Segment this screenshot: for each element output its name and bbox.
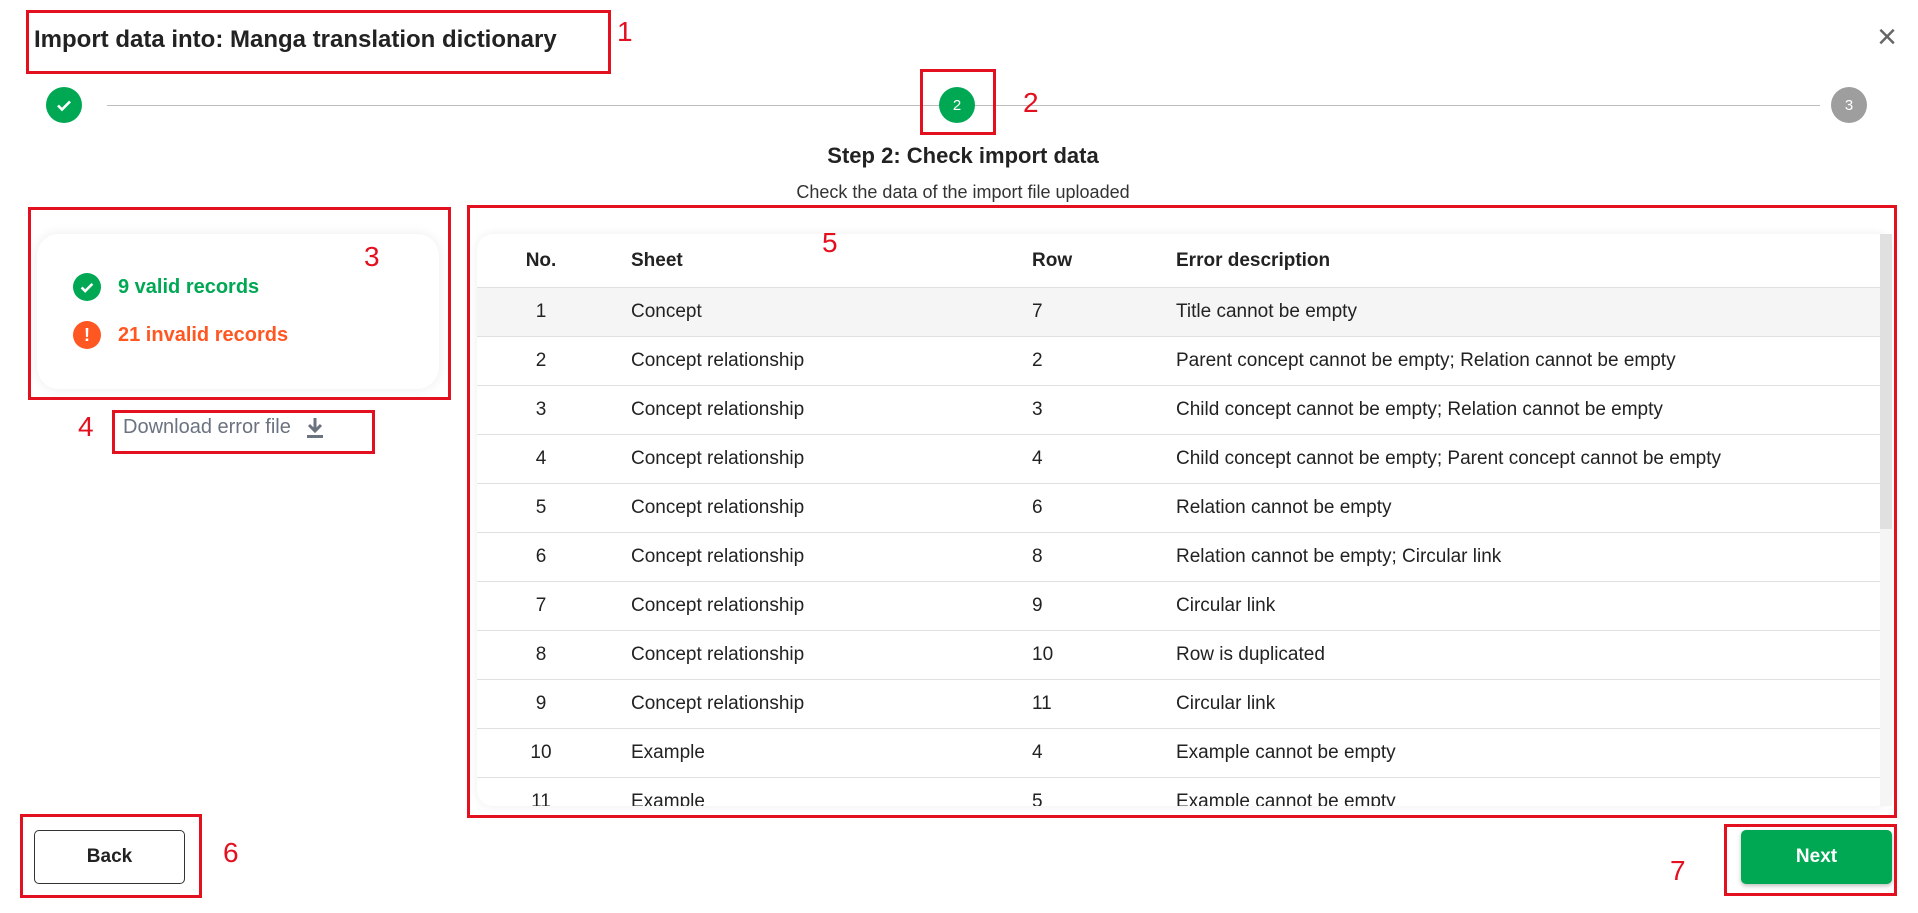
row-row: 6 xyxy=(1032,497,1043,518)
row-sheet: Example xyxy=(631,742,705,763)
download-icon xyxy=(306,417,323,438)
row-number: 9 xyxy=(535,693,547,714)
row-number: 2 xyxy=(535,350,547,371)
invalid-records-label: 21 invalid records xyxy=(118,323,289,346)
row-error-description: Title cannot be empty xyxy=(1176,301,1357,322)
row-row: 11 xyxy=(1032,693,1052,714)
column-header-no: No. xyxy=(525,249,557,271)
row-number: 5 xyxy=(535,497,547,518)
row-row: 2 xyxy=(1032,350,1043,371)
table-row[interactable]: 6 Concept relationship 8 Relation cannot be… xyxy=(477,533,1880,582)
row-row: 9 xyxy=(1032,595,1043,616)
annotation-label-2: 2 xyxy=(1023,87,1039,118)
row-error-description: Parent concept cannot be empty; Relation… xyxy=(1176,350,1676,371)
row-number: 1 xyxy=(535,301,547,322)
row-number: 8 xyxy=(535,644,547,665)
row-number: 6 xyxy=(535,546,547,567)
table-row[interactable]: 1 Concept 7 Title cannot be empty xyxy=(477,288,1880,337)
download-error-file-link[interactable]: Download error file xyxy=(123,416,325,439)
next-button[interactable]: Next xyxy=(1741,830,1892,884)
row-error-description: Child concept cannot be empty; Relation … xyxy=(1176,399,1663,420)
error-table: No. Sheet Row Error description 1 Concept… xyxy=(477,234,1892,806)
column-header-error: Error description xyxy=(1176,249,1331,271)
row-sheet: Concept relationship xyxy=(631,546,805,567)
row-error-description: Child concept cannot be empty; Parent co… xyxy=(1176,448,1721,469)
row-sheet: Concept xyxy=(631,301,702,322)
valid-records: 9 valid records xyxy=(73,273,259,301)
check-circle-icon xyxy=(73,273,101,301)
exclamation-circle-icon: ! xyxy=(73,321,101,349)
row-error-description: Relation cannot be empty; Circular link xyxy=(1176,546,1502,567)
annotation-label-7: 7 xyxy=(1670,855,1686,886)
row-number: 10 xyxy=(530,742,552,763)
row-number: 11 xyxy=(531,791,551,806)
row-row: 7 xyxy=(1032,301,1043,322)
row-error-description: Example cannot be empty xyxy=(1176,742,1396,763)
table-row[interactable]: 5 Concept relationship 6 Relation cannot be… xyxy=(477,484,1880,533)
valid-records-label: 9 valid records xyxy=(118,275,260,298)
row-sheet: Example xyxy=(631,791,705,806)
table-row[interactable]: 7 Concept relationship 9 Circular link xyxy=(477,582,1880,631)
row-sheet: Concept relationship xyxy=(631,497,805,518)
row-sheet: Concept relationship xyxy=(631,399,805,420)
row-row: 4 xyxy=(1032,448,1043,469)
annotation-label-1: 1 xyxy=(617,16,633,47)
row-sheet: Concept relationship xyxy=(631,693,805,714)
invalid-records: ! 21 invalid records xyxy=(73,321,288,349)
step-1-complete-check-icon xyxy=(46,87,82,123)
table-scrollbar-thumb[interactable] xyxy=(1880,234,1892,529)
row-number: 4 xyxy=(535,448,547,469)
summary-card xyxy=(37,234,439,389)
table-row[interactable]: 4 Concept relationship 4 Child concept cann… xyxy=(477,435,1880,484)
row-row: 5 xyxy=(1032,791,1043,806)
table-row[interactable]: 2 Concept relationship 2 Parent concept can… xyxy=(477,337,1880,386)
table-row[interactable]: 3 Concept relationship 3 Child concept cann… xyxy=(477,386,1880,435)
annotation-label-4: 4 xyxy=(78,411,94,442)
step-heading: Step 2: Check import data xyxy=(827,143,1099,168)
column-header-row: Row xyxy=(1032,249,1073,271)
row-row: 10 xyxy=(1032,644,1054,665)
row-sheet: Concept relationship xyxy=(631,448,805,469)
back-button[interactable]: Back xyxy=(34,830,185,884)
row-row: 3 xyxy=(1032,399,1043,420)
row-number: 7 xyxy=(535,595,547,616)
column-header-sheet: Sheet xyxy=(631,249,683,271)
row-error-description: Relation cannot be empty xyxy=(1176,497,1392,518)
dialog-title: Import data into: Manga translation dict… xyxy=(34,26,557,53)
row-row: 4 xyxy=(1032,742,1043,763)
table-row[interactable]: 10 Example 4 Example cannot be empty xyxy=(477,729,1880,778)
row-number: 3 xyxy=(535,399,547,420)
table-row[interactable]: 11 Example 5 Example cannot be empty xyxy=(477,778,1880,806)
table-header: No. Sheet Row Error description xyxy=(477,234,1880,288)
table-row[interactable]: 9 Concept relationship 11 Circular link xyxy=(477,680,1880,729)
download-error-file-label: Download error file xyxy=(123,416,291,438)
row-sheet: Concept relationship xyxy=(631,350,805,371)
step-3-indicator: 3 xyxy=(1831,87,1867,123)
row-error-description: Row is duplicated xyxy=(1176,644,1325,665)
row-error-description: Circular link xyxy=(1176,595,1276,616)
row-sheet: Concept relationship xyxy=(631,644,805,665)
step-2-indicator: 2 xyxy=(939,87,975,123)
close-icon[interactable]: × xyxy=(1872,20,1902,54)
row-error-description: Circular link xyxy=(1176,693,1276,714)
row-error-description: Example cannot be empty xyxy=(1176,791,1396,806)
table-row[interactable]: 8 Concept relationship 10 Row is duplicated xyxy=(477,631,1880,680)
row-sheet: Concept relationship xyxy=(631,595,805,616)
row-row: 8 xyxy=(1032,546,1043,567)
step-subtitle: Check the data of the import file upload… xyxy=(796,182,1130,202)
annotation-label-6: 6 xyxy=(223,837,239,868)
